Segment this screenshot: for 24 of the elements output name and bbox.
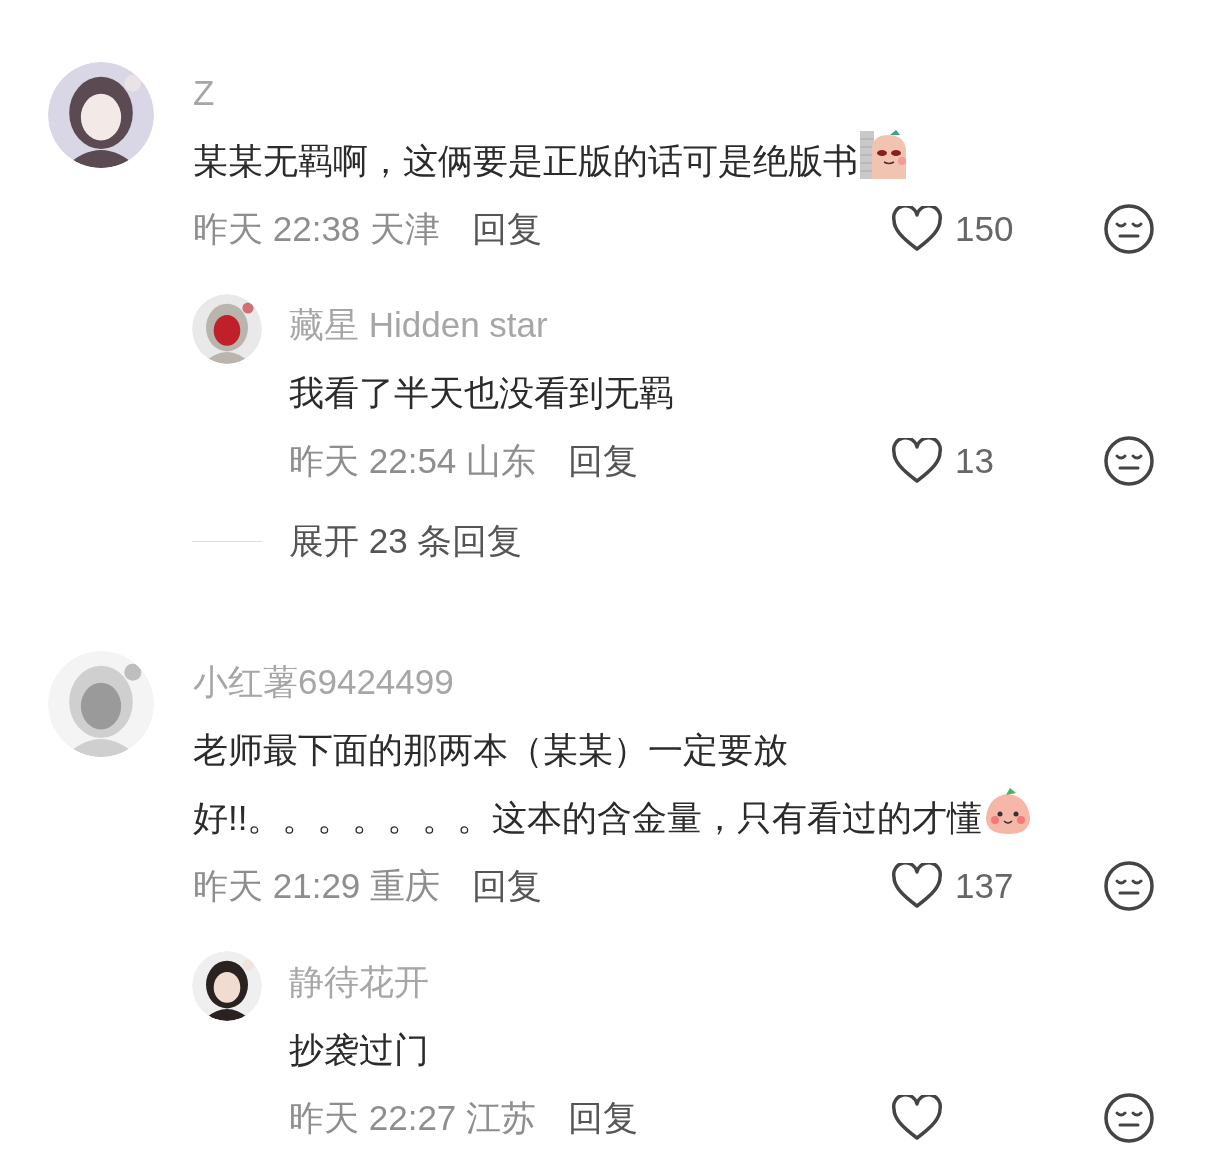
- reply-button[interactable]: 回复: [568, 1094, 639, 1142]
- heart-icon[interactable]: [891, 1095, 943, 1141]
- reply-button[interactable]: 回复: [568, 437, 639, 485]
- expand-replies-link[interactable]: 展开 23 条回复: [289, 517, 523, 565]
- like-count: 137: [955, 866, 1014, 906]
- heart-icon[interactable]: [891, 206, 943, 252]
- like-count: 13: [955, 441, 994, 481]
- comment-time-location: 昨天 21:29 重庆: [193, 864, 441, 907]
- heart-icon[interactable]: [891, 438, 943, 484]
- dislike-icon[interactable]: [1103, 435, 1155, 487]
- reply-button[interactable]: 回复: [472, 862, 543, 910]
- comment-text: 某某无羁啊，这俩要是正版的话可是绝版书: [193, 127, 1206, 195]
- comment-time-location: 昨天 22:38 天津: [193, 207, 441, 250]
- dislike-icon[interactable]: [1103, 203, 1155, 255]
- reply-button[interactable]: 回复: [472, 205, 543, 253]
- comment-time-location: 昨天 22:27 江苏: [289, 1096, 537, 1139]
- comment-text: 老师最下面的那两本（某某）一定要放 好!!。。。。。。。这本的含金量，只有看过的才懂: [193, 716, 1206, 852]
- comment-time-location: 昨天 22:54 山东: [289, 439, 537, 482]
- comment-text: 抄袭过门: [289, 1029, 430, 1071]
- dislike-icon[interactable]: [1103, 1092, 1155, 1144]
- dislike-icon[interactable]: [1103, 860, 1155, 912]
- comment-text: 我看了半天也没看到无羁: [289, 372, 675, 414]
- heart-icon[interactable]: [891, 863, 943, 909]
- like-count: 150: [955, 209, 1014, 249]
